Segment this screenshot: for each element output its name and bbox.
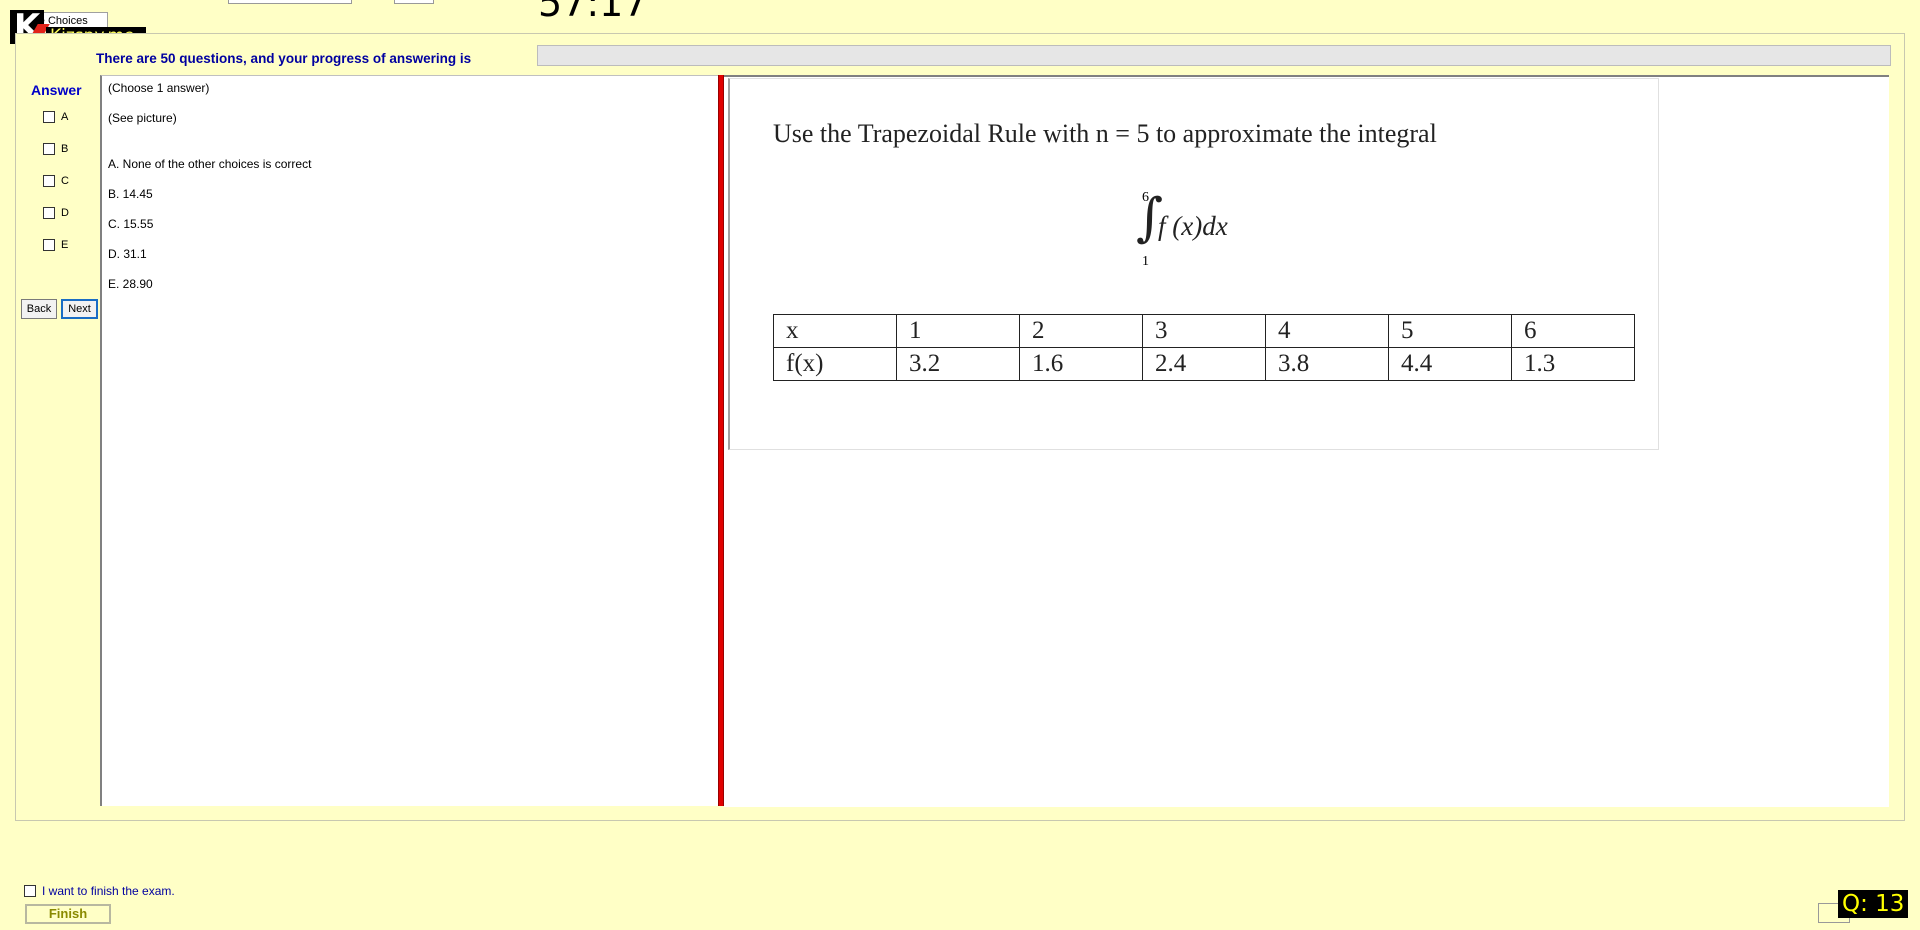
progress-label: There are 50 questions, and your progres…	[96, 51, 471, 66]
table-cell: 1.3	[1512, 348, 1635, 381]
table-cell: 5	[1389, 315, 1512, 348]
answer-option-c[interactable]: C	[43, 172, 69, 190]
table-cell: 1.6	[1020, 348, 1143, 381]
answer-letter-b: B	[61, 143, 68, 155]
table-cell: 2.4	[1143, 348, 1266, 381]
answer-checkbox-a[interactable]	[43, 111, 55, 123]
top-input-small[interactable]	[394, 0, 434, 4]
answer-checkbox-c[interactable]	[43, 175, 55, 187]
values-table: x 1 2 3 4 5 6 f(x) 3.2 1.6 2.4 3.8 4.4 1…	[773, 314, 1635, 381]
table-cell: 3.2	[897, 348, 1020, 381]
answer-checkbox-b[interactable]	[43, 143, 55, 155]
progress-bar	[537, 45, 1891, 66]
question-instruction: (Choose 1 answer)	[108, 81, 209, 95]
answer-letter-c: C	[61, 175, 69, 187]
table-cell: f(x)	[774, 348, 897, 381]
choice-b: B. 14.45	[108, 187, 153, 201]
table-cell: 4.4	[1389, 348, 1512, 381]
back-button[interactable]: Back	[21, 299, 57, 319]
finish-exam-checkbox[interactable]	[24, 885, 36, 897]
answer-letter-e: E	[61, 239, 68, 251]
answer-letter-a: A	[61, 111, 68, 123]
picture-prompt: Use the Trapezoidal Rule with n = 5 to a…	[773, 119, 1437, 149]
table-cell: 3	[1143, 315, 1266, 348]
table-row-fx: f(x) 3.2 1.6 2.4 3.8 4.4 1.3	[774, 348, 1635, 381]
choice-a: A. None of the other choices is correct	[108, 157, 311, 171]
answer-option-d[interactable]: D	[43, 204, 69, 222]
integral-lower-limit: 1	[1142, 254, 1149, 270]
finish-button[interactable]: Finish	[25, 904, 111, 924]
exam-timer: 57:17	[538, 0, 648, 22]
top-input-field[interactable]	[228, 0, 352, 4]
table-cell: 2	[1020, 315, 1143, 348]
question-body: (See picture)	[108, 111, 177, 125]
table-cell: 1	[897, 315, 1020, 348]
choice-e: E. 28.90	[108, 277, 153, 291]
table-cell: 4	[1266, 315, 1389, 348]
finish-exam-option[interactable]: I want to finish the exam.	[24, 884, 175, 898]
finish-exam-label: I want to finish the exam.	[42, 884, 175, 898]
answer-option-e[interactable]: E	[43, 236, 68, 254]
question-pane	[100, 75, 720, 806]
question-counter: Q: 13	[1838, 890, 1908, 918]
answer-checkbox-e[interactable]	[43, 239, 55, 251]
answer-heading: Answer	[31, 82, 82, 98]
choice-c: C. 15.55	[108, 217, 153, 231]
answer-letter-d: D	[61, 207, 69, 219]
choice-d: D. 31.1	[108, 247, 147, 261]
integrand: f (x)dx	[1158, 211, 1228, 242]
table-cell: 3.8	[1266, 348, 1389, 381]
answer-checkbox-d[interactable]	[43, 207, 55, 219]
table-cell: x	[774, 315, 897, 348]
table-row-x: x 1 2 3 4 5 6	[774, 315, 1635, 348]
next-button[interactable]: Next	[61, 299, 98, 319]
answer-option-a[interactable]: A	[43, 108, 68, 126]
table-cell: 6	[1512, 315, 1635, 348]
answer-option-b[interactable]: B	[43, 140, 68, 158]
integral-upper-limit: 6	[1142, 190, 1149, 206]
